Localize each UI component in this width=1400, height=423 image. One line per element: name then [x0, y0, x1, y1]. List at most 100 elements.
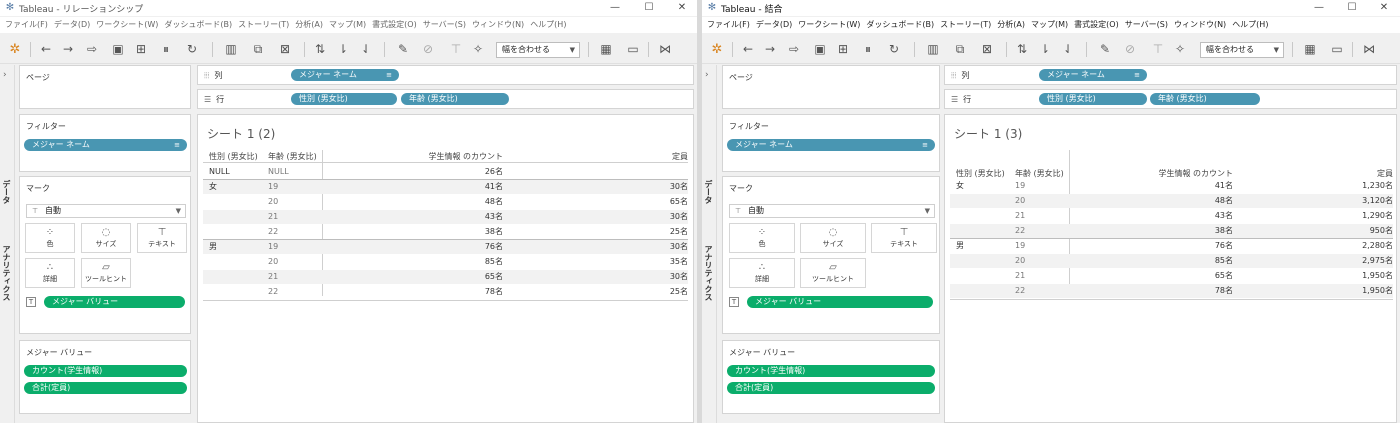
pause-icon[interactable]: ⏸: [156, 42, 176, 57]
menu-file[interactable]: ファイル(F): [702, 17, 753, 33]
menu-dashboard[interactable]: ダッシュボード(B): [161, 17, 235, 33]
collapse-arrow-icon[interactable]: ›: [705, 70, 709, 80]
mark-color-button[interactable]: ⁘ 色: [25, 223, 75, 253]
menu-format[interactable]: 書式設定(O): [369, 17, 420, 33]
group-icon[interactable]: ⊘: [420, 42, 436, 57]
sort-desc-icon[interactable]: ⇃: [358, 42, 374, 57]
table-row[interactable]: 男 19 76名 2,280名: [950, 239, 1393, 253]
cell-age[interactable]: 20: [1015, 194, 1025, 208]
menu-worksheet[interactable]: ワークシート(W): [795, 17, 863, 33]
cell-age[interactable]: 21: [268, 270, 278, 284]
cell-capacity[interactable]: 2,280名: [1293, 239, 1393, 253]
label-icon[interactable]: ⊤: [1150, 42, 1166, 57]
replay-icon[interactable]: ⇨: [82, 42, 102, 57]
mark-size-button[interactable]: ◌ サイズ: [800, 223, 866, 253]
duplicate-icon[interactable]: ⧉: [952, 42, 968, 57]
fit-width-select[interactable]: 幅を合わせる ▼: [496, 42, 580, 58]
mark-detail-button[interactable]: ∴ 詳細: [25, 258, 75, 288]
cell-capacity[interactable]: 30名: [588, 210, 688, 224]
show-me-icon[interactable]: ▦: [594, 42, 618, 57]
cell-capacity[interactable]: 30名: [588, 270, 688, 284]
cell-count[interactable]: 26名: [403, 165, 503, 179]
rows-pill-age[interactable]: 年齢 (男女比): [1150, 93, 1260, 105]
presentation-icon[interactable]: ▭: [624, 42, 642, 57]
tableau-logo-icon[interactable]: ✲: [709, 42, 725, 57]
clear-icon[interactable]: ⊠: [976, 42, 998, 57]
cell-count[interactable]: 48名: [403, 195, 503, 209]
cell-count[interactable]: 48名: [1133, 194, 1233, 208]
cell-capacity[interactable]: 30名: [588, 180, 688, 194]
cell-count[interactable]: 76名: [403, 240, 503, 254]
menu-help[interactable]: ヘルプ(H): [1229, 17, 1271, 33]
mark-tooltip-button[interactable]: ▱ ツールヒント: [81, 258, 131, 288]
columns-pill-measure-names[interactable]: メジャー ネーム ≡: [1039, 69, 1147, 81]
cell-gender[interactable]: 女: [209, 180, 217, 194]
cell-count[interactable]: 85名: [1133, 254, 1233, 268]
tab-analytics[interactable]: アナリティクス: [1, 245, 12, 301]
clear-icon[interactable]: ⊠: [274, 42, 296, 57]
mark-text-button[interactable]: ⊤ テキスト: [871, 223, 937, 253]
presentation-icon[interactable]: ▭: [1328, 42, 1346, 57]
header-gender[interactable]: 性別 (男女比): [209, 150, 258, 163]
menu-map[interactable]: マップ(M): [1028, 17, 1071, 33]
sheet-canvas[interactable]: シート 1 (2) 性別 (男女比) 年齢 (男女比) 学生情報 のカウント 定…: [197, 114, 694, 423]
table-row[interactable]: 女 19 41名 30名: [203, 180, 688, 194]
cell-capacity[interactable]: 1,230名: [1293, 179, 1393, 193]
columns-pill-measure-names[interactable]: メジャー ネーム ≡: [291, 69, 399, 81]
cell-capacity[interactable]: 35名: [588, 255, 688, 269]
rows-shelf[interactable]: ☰ 行 性別 (男女比) 年齢 (男女比): [944, 89, 1397, 109]
cell-count[interactable]: 78名: [403, 285, 503, 299]
cell-count[interactable]: 76名: [1133, 239, 1233, 253]
table-row[interactable]: 20 48名 65名: [203, 195, 688, 209]
minimize-icon[interactable]: —: [599, 0, 631, 16]
cell-capacity[interactable]: 1,950名: [1293, 284, 1393, 298]
swap-icon[interactable]: ⇅: [312, 42, 328, 57]
cell-gender[interactable]: 女: [956, 179, 964, 193]
cell-age[interactable]: 20: [1015, 254, 1025, 268]
measure-pill-sum-capacity[interactable]: 合計(定員): [24, 382, 187, 394]
fit-width-select[interactable]: 幅を合わせる ▼: [1200, 42, 1284, 58]
pages-card[interactable]: ページ: [722, 65, 940, 109]
menu-server[interactable]: サーバー(S): [420, 17, 469, 33]
table-row[interactable]: 20 85名 35名: [203, 255, 688, 269]
pin-icon[interactable]: ✧: [1172, 42, 1188, 57]
mark-type-select[interactable]: ⊤ 自動 ▼: [26, 204, 186, 218]
pause-icon[interactable]: ⏸: [858, 42, 878, 57]
tab-analytics[interactable]: アナリティクス: [703, 245, 714, 301]
menu-help[interactable]: ヘルプ(H): [527, 17, 569, 33]
menu-analysis[interactable]: 分析(A): [292, 17, 326, 33]
maximize-icon[interactable]: ☐: [633, 0, 665, 16]
cell-age[interactable]: 19: [268, 180, 278, 194]
refresh-icon[interactable]: ↻: [182, 42, 202, 57]
filter-pill-measure-names[interactable]: メジャー ネーム ≡: [24, 139, 187, 151]
undo-icon[interactable]: ←: [740, 42, 756, 57]
measure-pill-count-students[interactable]: カウント(学生情報): [24, 365, 187, 377]
menu-story[interactable]: ストーリー(T): [235, 17, 292, 33]
replay-icon[interactable]: ⇨: [784, 42, 804, 57]
tableau-logo-icon[interactable]: ✲: [7, 42, 23, 57]
columns-shelf[interactable]: ⦙⦙⦙ 列 メジャー ネーム ≡: [944, 65, 1397, 85]
new-sheet-icon[interactable]: ▥: [220, 42, 242, 57]
menu-data[interactable]: データ(D): [753, 17, 795, 33]
group-icon[interactable]: ⊘: [1122, 42, 1138, 57]
cell-gender[interactable]: 男: [209, 240, 217, 254]
measure-pill-sum-capacity[interactable]: 合計(定員): [727, 382, 935, 394]
cell-age[interactable]: 21: [1015, 269, 1025, 283]
cell-capacity[interactable]: 3,120名: [1293, 194, 1393, 208]
menu-worksheet[interactable]: ワークシート(W): [93, 17, 161, 33]
cell-capacity[interactable]: 1,950名: [1293, 269, 1393, 283]
table-row[interactable]: 男 19 76名 30名: [203, 240, 688, 254]
cell-count[interactable]: 65名: [1133, 269, 1233, 283]
cell-age[interactable]: NULL: [268, 165, 289, 179]
cell-count[interactable]: 85名: [403, 255, 503, 269]
table-row[interactable]: 21 43名 1,290名: [950, 209, 1393, 223]
table-row[interactable]: 女 19 41名 1,230名: [950, 179, 1393, 193]
filters-card[interactable]: フィルター メジャー ネーム ≡: [19, 114, 191, 172]
filters-card[interactable]: フィルター メジャー ネーム ≡: [722, 114, 940, 172]
cell-age[interactable]: 22: [1015, 284, 1025, 298]
rows-pill-gender[interactable]: 性別 (男女比): [1039, 93, 1147, 105]
menu-file[interactable]: ファイル(F): [0, 17, 51, 33]
share-icon[interactable]: ⋈: [1360, 42, 1378, 57]
mark-size-button[interactable]: ◌ サイズ: [81, 223, 131, 253]
cell-count[interactable]: 43名: [403, 210, 503, 224]
